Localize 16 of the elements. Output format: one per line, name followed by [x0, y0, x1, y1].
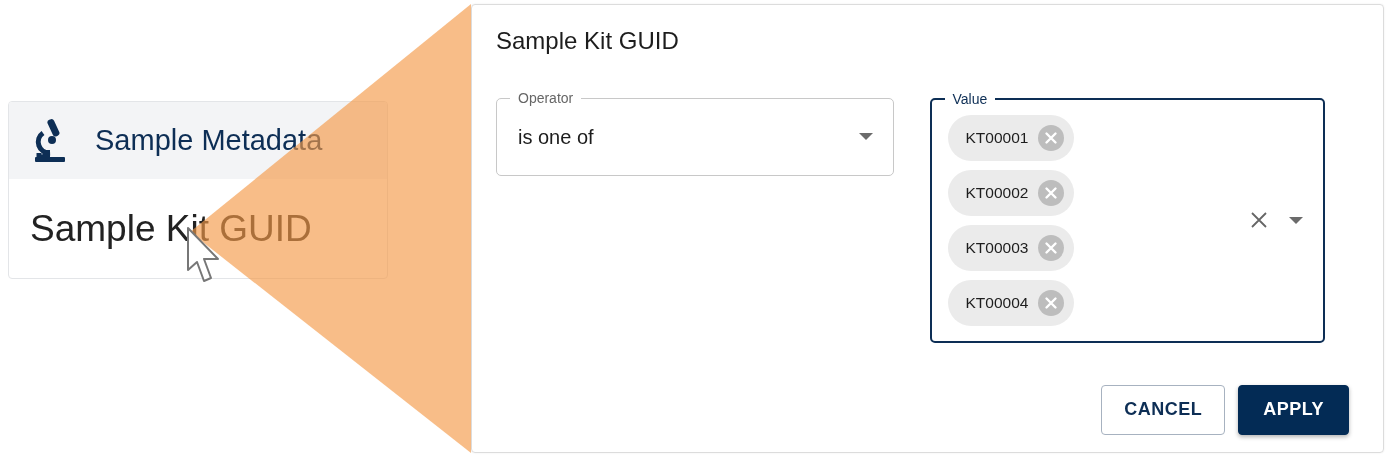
section-title: Sample Metadata: [95, 122, 323, 158]
remove-chip-icon[interactable]: [1038, 124, 1065, 151]
chip-label: KT00002: [965, 183, 1029, 204]
dropdown-caret-icon[interactable]: [1289, 216, 1303, 224]
microscope-icon: [33, 118, 67, 163]
remove-chip-icon[interactable]: [1038, 289, 1065, 316]
remove-chip-icon[interactable]: [1038, 179, 1065, 206]
remove-chip-icon[interactable]: [1038, 234, 1065, 261]
chip-label: KT00004: [965, 293, 1029, 314]
dropdown-caret-icon: [858, 133, 873, 141]
chip-label: KT00001: [965, 128, 1029, 149]
chip-label: KT00003: [965, 238, 1029, 259]
clear-icon[interactable]: [1251, 212, 1267, 229]
cancel-button[interactable]: CANCEL: [1101, 384, 1226, 435]
dialog-title: Sample Kit GUID: [496, 27, 680, 56]
apply-button[interactable]: APPLY: [1238, 384, 1349, 435]
